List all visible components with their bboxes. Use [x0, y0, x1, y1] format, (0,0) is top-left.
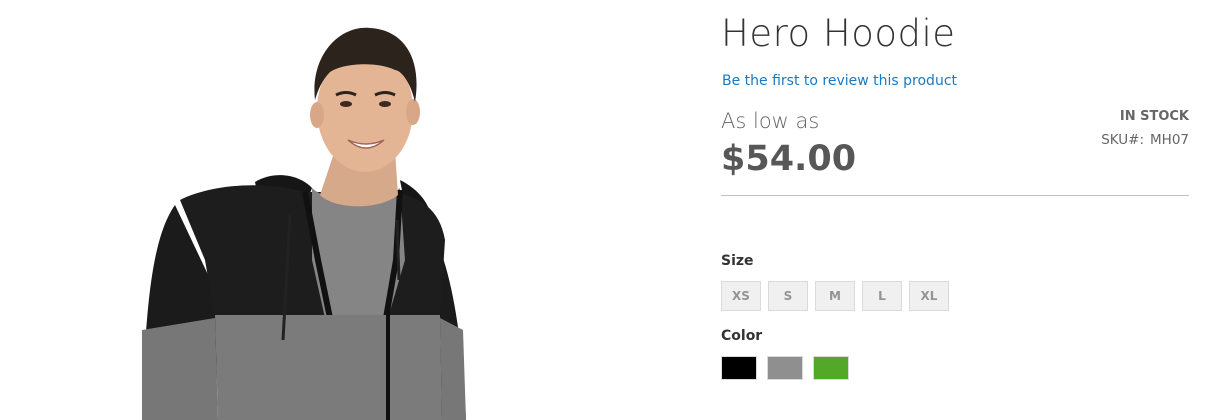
size-option-m[interactable]: M	[815, 281, 855, 311]
price-label: As low as	[721, 109, 820, 133]
hoodie-lower	[215, 315, 442, 420]
stock-status: In stock	[1119, 109, 1189, 124]
product-info-main: Hero Hoodie Be the first to review this …	[721, 0, 1189, 420]
product-photo-hoodie-model	[142, 27, 466, 420]
size-option-s[interactable]: S	[768, 281, 808, 311]
color-option-green[interactable]	[813, 356, 849, 380]
product-sku: SKU#: MH07	[1101, 132, 1189, 148]
eye-right	[379, 101, 391, 107]
color-option-gray[interactable]	[767, 356, 803, 380]
eye-left	[340, 101, 352, 107]
size-option-xl[interactable]: XL	[909, 281, 949, 311]
sku-value: MH07	[1150, 132, 1189, 148]
size-option-l[interactable]: L	[862, 281, 902, 311]
ear-right	[406, 99, 420, 125]
product-image[interactable]	[0, 0, 600, 420]
size-swatch-options: XS S M L XL	[721, 281, 949, 311]
color-label: Color	[721, 328, 763, 344]
drawstring-right	[395, 219, 401, 281]
ear-left	[310, 102, 324, 128]
sku-label: SKU#:	[1101, 132, 1145, 148]
sleeve-lower-left	[142, 318, 218, 420]
divider	[721, 195, 1189, 196]
page-title: Hero Hoodie	[721, 12, 956, 55]
color-swatch-options	[721, 356, 849, 380]
review-link[interactable]: Be the first to review this product	[722, 73, 957, 89]
sleeve-lower-right	[440, 318, 466, 420]
product-price: $54.00	[721, 139, 857, 179]
color-option-black[interactable]	[721, 356, 757, 380]
size-label: Size	[721, 253, 754, 269]
size-option-xs[interactable]: XS	[721, 281, 761, 311]
